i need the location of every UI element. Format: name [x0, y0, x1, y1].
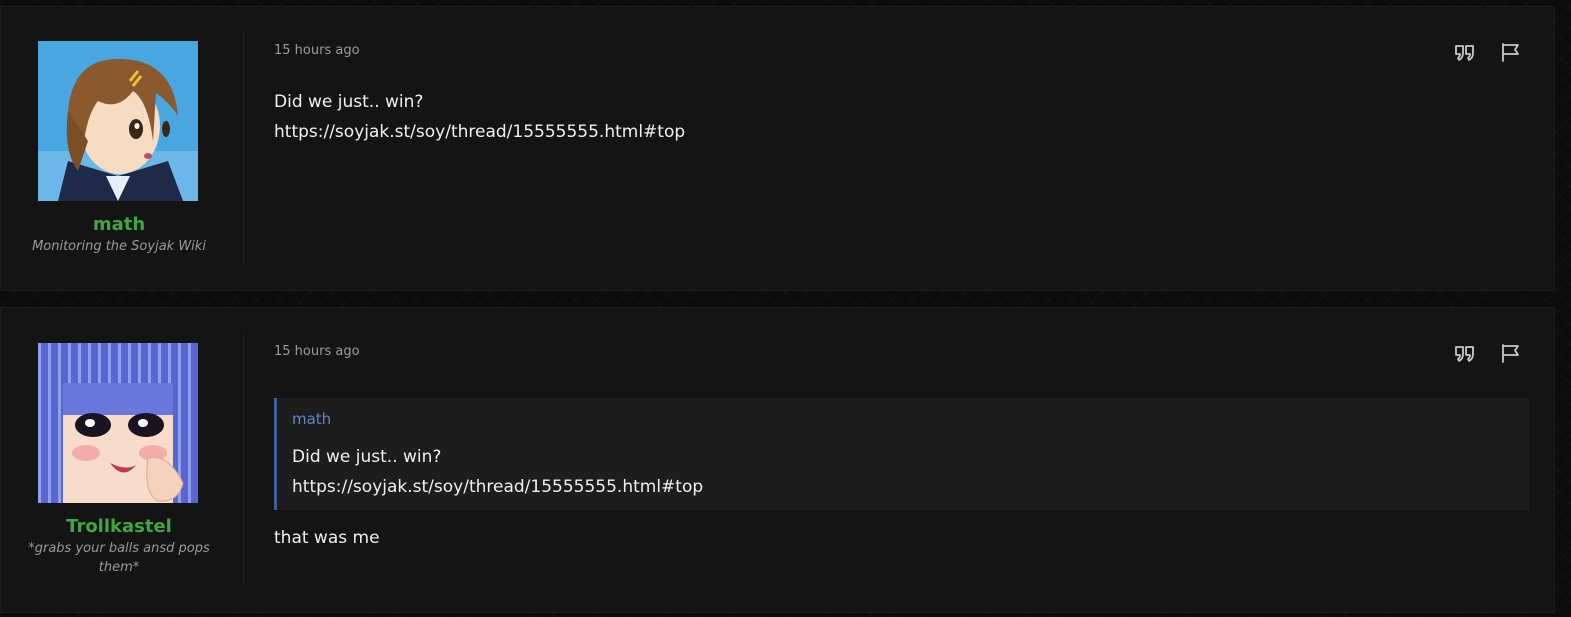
avatar[interactable] [38, 343, 198, 503]
post: math Monitoring the Soyjak Wiki 15 hours… [0, 6, 1555, 291]
quote-icon [1455, 346, 1474, 362]
post-body-line: Did we just.. win? [274, 92, 424, 112]
post-divider [243, 33, 244, 265]
report-button[interactable] [1499, 41, 1523, 63]
avatar[interactable] [38, 41, 198, 201]
report-button[interactable] [1499, 342, 1523, 364]
avatar-image [38, 41, 198, 201]
quoted-post-line: Did we just.. win? [292, 447, 442, 467]
post: Trollkastel *grabs your balls ansd pops … [0, 307, 1555, 613]
post-actions [1449, 41, 1529, 63]
quoted-post[interactable]: math Did we just.. win? https://soyjak.s… [274, 398, 1529, 510]
flag-icon [1502, 43, 1519, 62]
quote-button[interactable] [1453, 342, 1477, 364]
quote-icon [1455, 45, 1474, 61]
post-body-link[interactable]: https://soyjak.st/soy/thread/15555555.ht… [274, 117, 685, 147]
flag-icon [1502, 344, 1519, 363]
post-body: Did we just.. win? https://soyjak.st/soy… [274, 87, 685, 147]
post-body: that was me [274, 528, 380, 548]
quote-button[interactable] [1453, 41, 1477, 63]
post-divider [243, 334, 244, 584]
username[interactable]: math [1, 214, 237, 235]
user-title: *grabs your balls ansd pops them* [28, 541, 210, 575]
quoted-post-link[interactable]: https://soyjak.st/soy/thread/15555555.ht… [292, 472, 703, 502]
username[interactable]: Trollkastel [1, 516, 237, 537]
post-timestamp: 15 hours ago [274, 43, 360, 58]
post-timestamp: 15 hours ago [274, 344, 360, 359]
quoted-post-body: Did we just.. win? https://soyjak.st/soy… [292, 442, 703, 502]
avatar-image [38, 343, 198, 503]
user-title: Monitoring the Soyjak Wiki [32, 239, 206, 254]
post-actions [1449, 342, 1529, 364]
quoted-post-author[interactable]: math [292, 410, 331, 428]
